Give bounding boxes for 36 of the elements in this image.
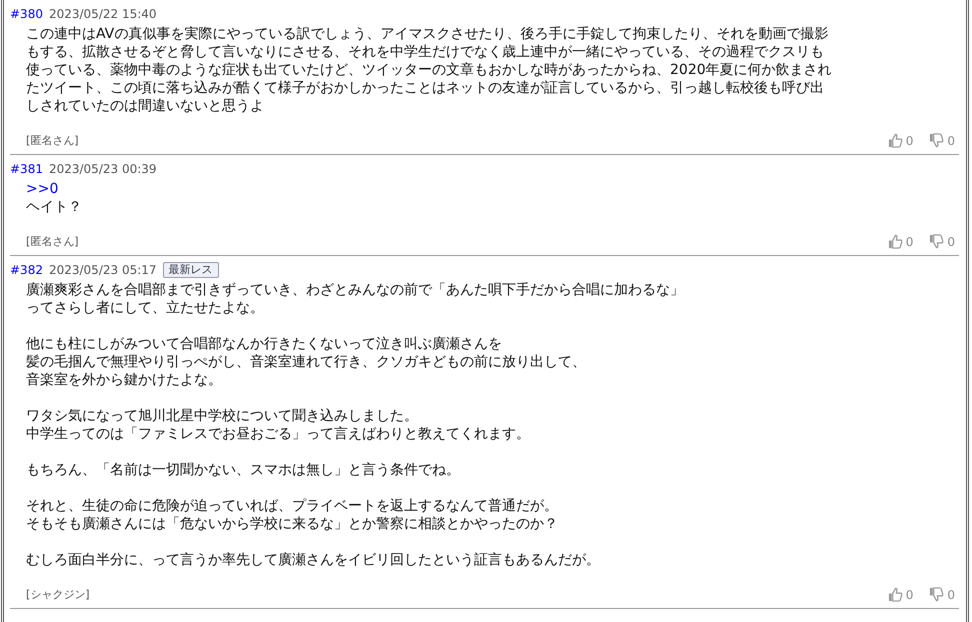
dislike-button[interactable]: 0	[929, 234, 955, 249]
post-text: 廣瀬爽彩さんを合唱部まで引きずっていき、わざとみんなの前で「あんた唄下手だから合唱に加わるな」	[26, 281, 685, 299]
author-name: [匿名さん]	[26, 133, 79, 148]
dislike-button[interactable]: 0	[929, 587, 955, 602]
post-text: この連中はAVの真似事を実際にやっている訳でしょう、アイマスクさせたり、後ろ手に手錠して拘束したり、それを動画で撮影もする、拡散させるぞと脅して言いなりにさせる、それを中学生だけでなく歳上連中が一緒にやっている、その過程でクスリも使っている、薬物中毒のような症状も出ていたけど、ツイッターの文章もおかしな時があったからね、2020年夏に何か飲まされたツイート、この頃に落ち込みが酷くて様子がおかしかったことはネットの友達が証言しているから、引っ越し転校後も呼び出しされていたのは間違いないと思うよ	[26, 25, 833, 115]
thumbs-down-icon	[929, 133, 944, 148]
post-text: もちろん、「名前は一切聞かない、スマホは無し」と言う条件でね。	[26, 461, 461, 479]
post-text: ヘイト？	[26, 198, 83, 216]
like-button[interactable]: 0	[888, 133, 914, 148]
post-date: 2023/05/22 15:40	[48, 7, 157, 21]
post-date: 2023/05/23 05:17	[48, 263, 157, 277]
reply-link[interactable]: >>0	[26, 180, 58, 198]
dislike-button[interactable]: 0	[929, 133, 955, 148]
thumbs-down-icon	[929, 587, 944, 602]
thumbs-up-icon	[888, 587, 903, 602]
thumbs-up-icon	[888, 234, 903, 249]
post-text: 中学生ってのは「ファミレスでお昼おごる」って言えばわりと教えてくれます。	[26, 425, 531, 443]
post-date: 2023/05/23 00:39	[48, 162, 157, 176]
post-number-link[interactable]: #381	[10, 162, 43, 176]
post-text: 他にも柱にしがみついて合唱部なんか行きたくないって泣き叫ぶ廣瀬さんを	[26, 335, 503, 353]
post-text: そもそも廣瀬さんには「危ないから学校に来るな」とか警察に相談とかやったのか？	[26, 515, 559, 533]
latest-badge: 最新レス	[162, 262, 219, 278]
post-text: それと、生徒の命に危険が迫っていれば、プライベートを返上するなんて普通だが。	[26, 497, 559, 515]
post-text: むしろ面白半分に、って言うか率先して廣瀬さんをイビリ回したという証言もあるんだが。	[26, 551, 601, 569]
like-button[interactable]: 0	[888, 587, 914, 602]
post-text: ワタシ気になって旭川北星中学校について聞き込みしました。	[26, 407, 419, 425]
thumbs-down-icon	[929, 234, 944, 249]
post-text: 音楽室を外から鍵かけたよな。	[26, 371, 223, 389]
post-number-link[interactable]: #382	[10, 263, 43, 277]
like-button[interactable]: 0	[888, 234, 914, 249]
post-text: 髪の毛掴んで無理やり引っぺがし、音楽室連れて行き、クソガキどもの前に放り出して、	[26, 353, 587, 371]
author-name: [シャクジン]	[26, 587, 90, 602]
author-name: [匿名さん]	[26, 234, 79, 249]
post-text: ってさらし者にして、立たせたよな。	[26, 299, 265, 317]
post-number-link[interactable]: #380	[10, 7, 43, 21]
thumbs-up-icon	[888, 133, 903, 148]
